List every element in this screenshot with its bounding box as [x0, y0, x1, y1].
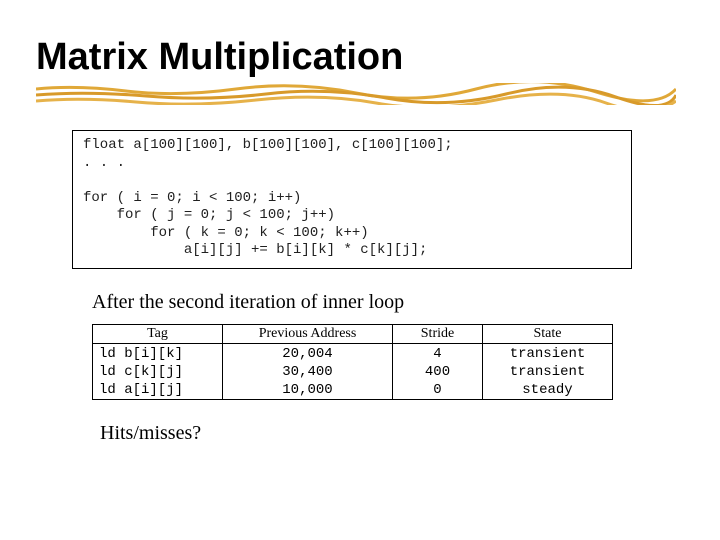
stride-table: Tag Previous Address Stride State ld b[i…	[92, 324, 613, 401]
code-block: float a[100][100], b[100][100], c[100][1…	[72, 130, 632, 269]
title-underline-decoration	[36, 83, 676, 105]
table-row: ld c[k][j] 30,400 400 transient	[93, 363, 613, 381]
code-line-6: a[i][j] += b[i][k] * c[k][j];	[83, 242, 427, 258]
table-row: ld b[i][k] 20,004 4 transient	[93, 345, 613, 363]
question-text: Hits/misses?	[100, 422, 720, 445]
cell-tag: ld c[k][j]	[93, 363, 223, 381]
caption-text: After the second iteration of inner loop	[92, 291, 720, 314]
code-line-3: for ( i = 0; i < 100; i++)	[83, 190, 301, 206]
table-header-row: Tag Previous Address Stride State	[93, 324, 613, 343]
code-line-1: float a[100][100], b[100][100], c[100][1…	[83, 137, 453, 153]
cell-state: transient	[483, 363, 613, 381]
cell-state: steady	[483, 381, 613, 400]
cell-tag: ld a[i][j]	[93, 381, 223, 400]
cell-state: transient	[483, 345, 613, 363]
cell-stride: 4	[393, 345, 483, 363]
code-line-2: . . .	[83, 155, 125, 171]
code-line-4: for ( j = 0; j < 100; j++)	[83, 207, 335, 223]
table-header-state: State	[483, 324, 613, 343]
cell-stride: 400	[393, 363, 483, 381]
cell-stride: 0	[393, 381, 483, 400]
slide-title: Matrix Multiplication	[0, 0, 720, 79]
table-header-tag: Tag	[93, 324, 223, 343]
table-header-prev-addr: Previous Address	[223, 324, 393, 343]
cell-addr: 20,004	[223, 345, 393, 363]
code-line-5: for ( k = 0; k < 100; k++)	[83, 225, 369, 241]
cell-tag: ld b[i][k]	[93, 345, 223, 363]
cell-addr: 30,400	[223, 363, 393, 381]
table-row: ld a[i][j] 10,000 0 steady	[93, 381, 613, 400]
table-header-stride: Stride	[393, 324, 483, 343]
cell-addr: 10,000	[223, 381, 393, 400]
